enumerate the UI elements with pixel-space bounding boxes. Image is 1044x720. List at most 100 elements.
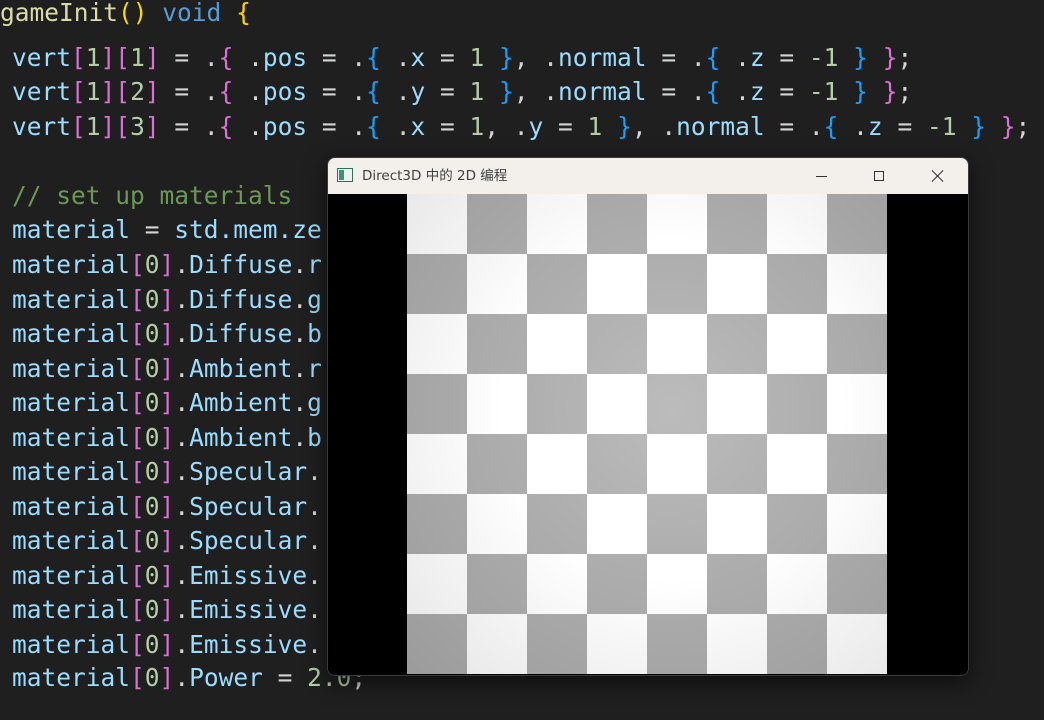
board-cell [587,494,647,554]
code-line-comment[interactable]: // set up materials [12,179,292,213]
board-cell [467,374,527,434]
code-line-vert-1-3[interactable]: vert[1][3] = .{ .pos = .{ .x = 1, .y = 1… [12,110,1030,144]
board-cell [707,194,767,254]
board-cell [647,254,707,314]
board-cell [647,314,707,374]
board-cell [527,434,587,494]
board-cell [527,254,587,314]
board-cell [407,434,467,494]
board-cell [527,314,587,374]
code-line-material-3[interactable]: material[0].Ambient.r [12,352,322,386]
code-line-material-4[interactable]: material[0].Ambient.g [12,386,322,420]
board-cell [467,494,527,554]
board-cell [467,434,527,494]
board-cell [647,614,707,674]
code-line-material-init[interactable]: material = std.mem.ze [12,213,322,247]
code-line-material-8[interactable]: material[0].Specular. [12,524,322,558]
board-cell [587,374,647,434]
code-line-material-6[interactable]: material[0].Specular. [12,455,322,489]
board-cell [527,554,587,614]
board-cell [647,374,707,434]
board-cell [827,434,887,494]
board-cell [407,314,467,374]
board-cell [827,314,887,374]
board-cell [707,374,767,434]
close-icon [930,169,944,183]
board-cell [407,494,467,554]
code-token-paren: () [118,0,148,27]
code-line-material-9[interactable]: material[0].Emissive. [12,559,322,593]
code-line-vert-1-2[interactable]: vert[1][2] = .{ .pos = .{ .y = 1 }, .nor… [12,75,912,109]
board-cell [407,254,467,314]
code-line-material-0[interactable]: material[0].Diffuse.r [12,248,322,282]
board-cell [767,254,827,314]
render-viewport[interactable] [328,194,968,675]
minimize-button[interactable] [792,158,850,194]
board-cell [707,314,767,374]
board-cell [587,194,647,254]
code-token-keyword: void [162,0,222,27]
board-cell [767,494,827,554]
board-cell [587,314,647,374]
board-cell [707,614,767,674]
board-cell [647,554,707,614]
code-line-material-11[interactable]: material[0].Emissive. [12,628,322,662]
board-cell [467,254,527,314]
board-cell [767,614,827,674]
board-cell [407,374,467,434]
minimize-icon [815,175,827,177]
board-cell [527,494,587,554]
board-cell [527,374,587,434]
window-titlebar[interactable]: Direct3D 中的 2D 编程 [328,158,968,194]
board-cell [647,434,707,494]
board-cell [467,554,527,614]
code-comment: // set up materials [12,181,293,210]
board-cell [767,314,827,374]
board-cell [827,194,887,254]
code-line-material-1[interactable]: material[0].Diffuse.g [12,283,322,317]
code-line-function-header[interactable]: gameInit() void { [0,0,251,30]
board-cell [407,614,467,674]
board-cell [587,434,647,494]
board-cell [827,494,887,554]
app-window-icon [337,168,353,182]
board-cell [407,194,467,254]
window-title: Direct3D 中的 2D 编程 [362,168,508,184]
board-cell [407,554,467,614]
board-cell [707,254,767,314]
board-cell [647,194,707,254]
code-line-material-7[interactable]: material[0].Specular. [12,490,322,524]
direct3d-window[interactable]: Direct3D 中的 2D 编程 [327,157,969,676]
code-line-material-2[interactable]: material[0].Diffuse.b [12,317,322,351]
close-button[interactable] [908,158,966,194]
board-cell [767,194,827,254]
checkerboard [407,194,887,675]
maximize-icon [874,171,884,181]
board-cell [827,554,887,614]
board-cell [707,434,767,494]
board-cell [827,254,887,314]
board-cell [827,374,887,434]
board-cell [767,434,827,494]
code-token-function: gameInit [0,0,119,27]
board-cell [527,614,587,674]
board-cell [587,614,647,674]
board-cell [767,554,827,614]
board-cell [827,614,887,674]
board-cell [767,374,827,434]
code-token-brace: { [236,0,251,27]
board-cell [707,494,767,554]
code-line-material-5[interactable]: material[0].Ambient.b [12,421,322,455]
board-cell [467,194,527,254]
board-cell [587,554,647,614]
code-line-material-power[interactable]: material[0].Power = 2.0; [12,661,366,695]
code-line-material-10[interactable]: material[0].Emissive. [12,593,322,627]
board-cell [527,194,587,254]
board-cell [587,254,647,314]
board-cell [647,494,707,554]
board-cell [707,554,767,614]
board-cell [467,614,527,674]
maximize-button[interactable] [850,158,908,194]
code-line-vert-1-1[interactable]: vert[1][1] = .{ .pos = .{ .x = 1 }, .nor… [12,41,912,75]
board-cell [467,314,527,374]
